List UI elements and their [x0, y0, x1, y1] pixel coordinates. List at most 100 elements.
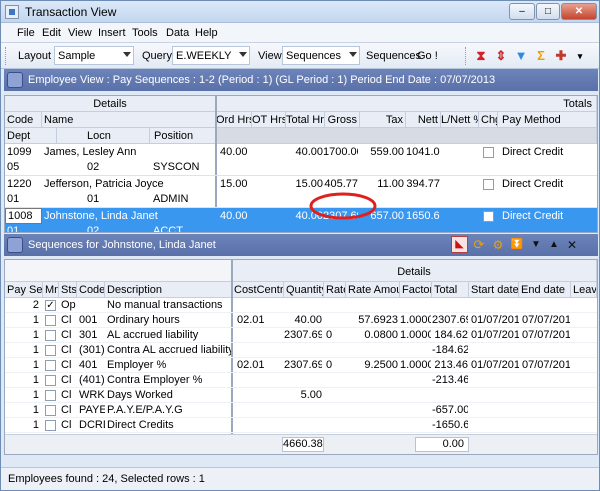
col-factor[interactable]: Factor — [400, 282, 432, 298]
maximize-button[interactable]: □ — [536, 3, 560, 20]
list-item[interactable]: 1 Cl DCRDDirect Credits -1650.69 — [5, 418, 597, 433]
list-item[interactable]: 1 Cl PAYE P.A.Y.E/P.A.Y.G -657.00 — [5, 403, 597, 418]
col-lnett[interactable]: L/Nett % — [441, 112, 479, 128]
table-row[interactable]: 1099 James, Lesley Ann 05 02 SYSCON 40.00 40.0… — [5, 144, 597, 176]
sort-icon[interactable]: ⧗ — [472, 47, 490, 65]
col-rate-amount[interactable]: Rate Amount — [346, 282, 400, 298]
tools-icon[interactable]: ✚ — [552, 47, 570, 65]
col-dept[interactable]: Dept — [5, 128, 57, 144]
refresh-icon[interactable]: ⟳ — [471, 237, 487, 253]
menu-tools[interactable]: Tools — [132, 27, 158, 39]
employee-panel-title: Employee View : Pay Sequences : 1-2 (Per… — [28, 74, 496, 86]
col-tax[interactable]: Tax — [360, 112, 406, 128]
seq-cell-pay-seq: 1 — [32, 314, 39, 326]
col-pay-seq[interactable]: Pay Seq — [5, 282, 43, 298]
table-row[interactable]: 1008 Johnstone, Linda Janet 01 02 ACCT 40.00 4… — [5, 208, 597, 232]
title-bar[interactable]: Transaction View – □ ✕ — [1, 1, 599, 23]
col-locn[interactable]: Locn — [57, 128, 150, 144]
layout-select[interactable]: Sample — [54, 46, 134, 65]
layout-label: Layout — [18, 50, 52, 62]
sum-icon[interactable]: Σ — [532, 47, 550, 65]
menu-insert[interactable]: Insert — [98, 27, 126, 39]
mnl-checkbox[interactable] — [45, 405, 56, 416]
list-item[interactable]: 1 Cl 301 AL accrued liability 2307.69 0 0.0800… — [5, 328, 597, 343]
minimize-button[interactable]: – — [509, 3, 535, 20]
table-row[interactable]: 1220 Jefferson, Patricia Joyce 01 01 ADMIN 15… — [5, 176, 597, 208]
mnl-checkbox[interactable] — [45, 375, 56, 386]
col-gross[interactable]: Gross — [325, 112, 360, 128]
reorder-icon[interactable]: ⇕ — [492, 47, 510, 65]
seq-cell-code: WRKD — [79, 389, 105, 401]
last-icon[interactable]: ▼ — [528, 237, 544, 253]
mnl-checkbox[interactable]: ✓ — [45, 300, 56, 311]
seq-cell-start-date: 01/07/2013 — [471, 359, 519, 371]
table-cell-total-hrs: 40.00 — [295, 146, 323, 158]
list-item[interactable]: 2 ✓ Op No manual transactions — [5, 298, 597, 313]
col-chg[interactable]: Chg — [479, 112, 498, 128]
mnl-checkbox[interactable] — [45, 390, 56, 401]
col-code[interactable]: Code — [5, 112, 42, 128]
list-item[interactable]: 1 Cl 001 Ordinary hours 02.01 40.00 57.6923 1.0… — [5, 313, 597, 328]
mnl-checkbox[interactable] — [45, 345, 56, 356]
col-pay-method[interactable]: Pay Method — [498, 112, 597, 128]
seq-cell-description: AL accrued liability — [107, 329, 199, 341]
col-sts[interactable]: Sts — [59, 282, 77, 298]
col-total[interactable]: Total — [432, 282, 469, 298]
list-item[interactable]: 1 Cl 401 Employer % 02.01 2307.69 0 9.2500 1.000… — [5, 358, 597, 373]
col-rate[interactable]: Rate — [324, 282, 346, 298]
mnl-checkbox[interactable] — [45, 315, 56, 326]
query-select[interactable]: E.WEEKLY — [172, 46, 250, 65]
table-cell-locn: 01 — [87, 193, 100, 205]
col-leave[interactable]: Leav — [571, 282, 597, 298]
toolbar-grip[interactable] — [465, 47, 467, 65]
gross-icon[interactable]: ◣ — [451, 236, 468, 253]
col-costcentre[interactable]: CostCentre — [232, 282, 284, 298]
close-icon[interactable]: ✕ — [564, 237, 580, 253]
menu-edit[interactable]: Edit — [42, 27, 61, 39]
up-icon[interactable]: ▲ — [546, 237, 562, 253]
chg-checkbox[interactable] — [483, 147, 494, 158]
layout-value: Sample — [58, 50, 96, 62]
close-button[interactable]: ✕ — [561, 3, 597, 20]
col-description[interactable]: Description — [105, 282, 232, 298]
col-nett[interactable]: Nett — [406, 112, 441, 128]
col-mnl[interactable]: Mnl — [43, 282, 59, 298]
settings-icon[interactable]: ⚙ — [490, 237, 506, 253]
filter-icon[interactable]: ▼ — [512, 47, 530, 65]
col-ord-hrs[interactable]: Ord Hrs — [216, 112, 252, 128]
col-position[interactable]: Position — [150, 128, 216, 144]
window-title: Transaction View — [25, 5, 117, 19]
mnl-checkbox[interactable] — [45, 330, 56, 341]
seq-cell-pay-seq: 2 — [32, 299, 39, 311]
seq-cell-sts: Cl — [61, 314, 72, 326]
col-ot-hrs[interactable]: OT Hrs — [252, 112, 286, 128]
view-label: View — [258, 50, 282, 62]
chg-checkbox[interactable] — [483, 211, 494, 222]
col-start-date[interactable]: Start date — [469, 282, 519, 298]
menu-view[interactable]: View — [68, 27, 92, 39]
menu-data[interactable]: Data — [166, 27, 189, 39]
table-cell-name: Jefferson, Patricia Joyce — [44, 178, 164, 190]
list-item[interactable]: 1 Cl (401) Contra Employer % -213.46 — [5, 373, 597, 388]
chevron-down-icon[interactable]: ▾ — [571, 47, 589, 65]
menu-help[interactable]: Help — [195, 27, 218, 39]
col-total-hrs[interactable]: Total Hrs — [286, 112, 325, 128]
col-end-date[interactable]: End date — [519, 282, 571, 298]
list-item[interactable]: 1 Cl WRKDDays Worked 5.00 — [5, 388, 597, 403]
mnl-checkbox[interactable] — [45, 420, 56, 431]
toolbar-grip[interactable] — [5, 47, 7, 65]
menu-file[interactable]: File — [17, 27, 35, 39]
col-name[interactable]: Name — [42, 112, 216, 128]
col-code[interactable]: Code — [77, 282, 105, 298]
table-cell-code[interactable]: 1008 — [5, 208, 42, 224]
seq-cell-description: Contra AL accrued liability — [107, 344, 231, 356]
first-icon[interactable]: ⏬ — [509, 237, 525, 253]
mnl-checkbox[interactable] — [45, 360, 56, 371]
table-cell-code: 1099 — [7, 146, 32, 158]
view-select[interactable]: Sequences — [282, 46, 360, 65]
list-item[interactable]: 1 Cl (301) Contra AL accrued liability -184.… — [5, 343, 597, 358]
seq-cell-pay-seq: 1 — [32, 419, 39, 431]
chg-checkbox[interactable] — [483, 179, 494, 190]
go-button[interactable]: Go ! — [417, 50, 438, 62]
col-quantity[interactable]: Quantity — [284, 282, 324, 298]
